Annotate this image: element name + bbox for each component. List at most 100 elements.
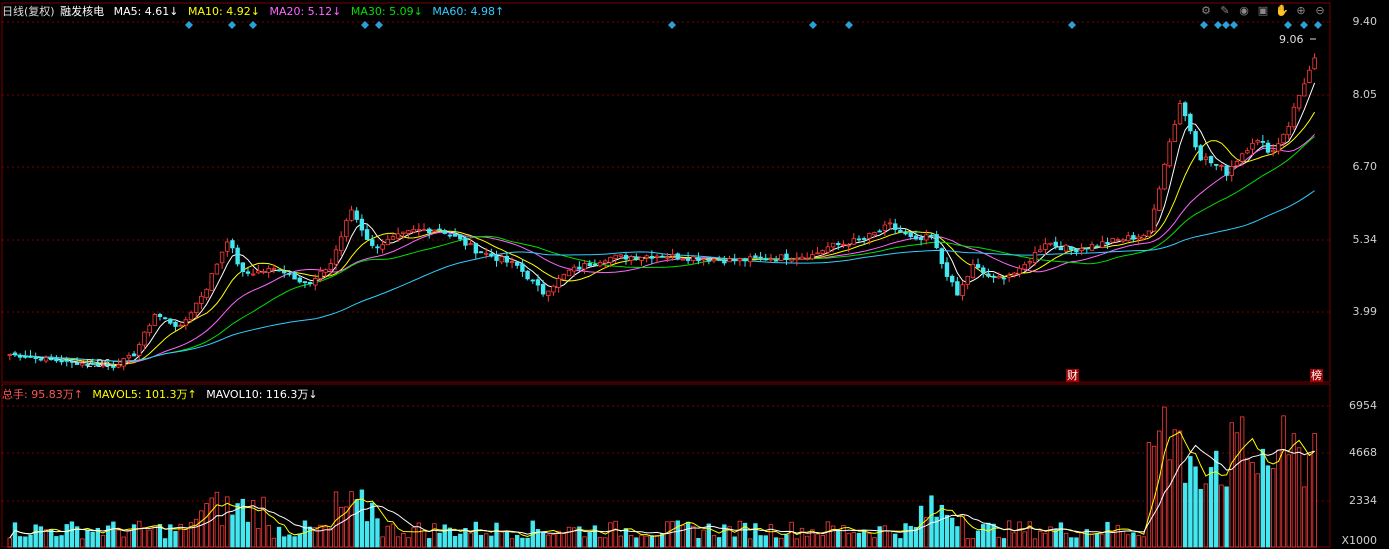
volume-bar — [354, 499, 359, 548]
volume-bar — [261, 496, 266, 548]
signal-diamond — [228, 21, 236, 29]
volume-bar — [147, 529, 152, 548]
signal-diamond — [1214, 21, 1222, 29]
candle-body — [582, 263, 587, 270]
volume-bar — [1001, 538, 1007, 548]
volume-bar — [478, 534, 484, 548]
candle-body — [225, 241, 230, 252]
zoom-out-icon[interactable]: ⊖ — [1313, 4, 1327, 18]
volume-bar — [1286, 454, 1291, 548]
candle-body — [282, 270, 287, 274]
candle-body — [432, 229, 437, 232]
candle-body — [1281, 133, 1286, 144]
candle-body — [1167, 141, 1172, 167]
volume-bar — [406, 537, 411, 548]
candle-body — [1177, 103, 1183, 125]
volume-bar — [551, 533, 556, 548]
candle-body — [370, 239, 375, 246]
volume-bar — [779, 537, 784, 548]
zoom-in-icon[interactable]: ⊕ — [1294, 4, 1308, 18]
candle-body — [406, 230, 411, 234]
candle-body — [763, 258, 768, 261]
financial-marker[interactable]: 财 — [1066, 369, 1079, 382]
candle-body — [307, 281, 313, 285]
volume-bar — [427, 538, 432, 548]
candle-body — [349, 209, 354, 221]
volume-bar — [1084, 529, 1089, 548]
eye-icon[interactable]: ◉ — [1237, 4, 1251, 18]
candle-body — [375, 246, 380, 249]
volume-bar — [753, 523, 758, 548]
signal-diamond — [809, 21, 817, 29]
volume-bar — [121, 536, 126, 548]
volume-bar — [1224, 486, 1229, 548]
hand-icon[interactable]: ✋ — [1275, 4, 1289, 18]
pen-icon[interactable]: ✎ — [1218, 4, 1232, 18]
candle-body — [566, 269, 572, 277]
volume-bar — [162, 538, 168, 548]
signal-diamond — [375, 21, 383, 29]
volume-bar — [991, 523, 996, 548]
candle-body — [401, 231, 406, 234]
volume-bar — [846, 532, 851, 548]
candle-body — [494, 255, 499, 261]
candle-body — [587, 262, 592, 267]
volume-bar — [965, 538, 970, 548]
volume-bar — [696, 538, 701, 548]
price-tick-label: 6.70 — [1352, 160, 1378, 173]
volume-bar — [1100, 533, 1105, 548]
volume-bar — [421, 530, 427, 548]
candle-body — [530, 279, 535, 282]
candle-body — [660, 255, 665, 258]
candle-body — [649, 255, 655, 259]
volume-bar — [43, 529, 49, 548]
ranking-marker[interactable]: 榜 — [1310, 369, 1323, 382]
candle-body — [1022, 263, 1027, 270]
volume-bar — [432, 523, 437, 548]
candle-body — [1115, 239, 1121, 241]
candle-body — [1162, 163, 1167, 190]
candle-body — [59, 360, 64, 363]
candle-body — [944, 262, 950, 277]
volume-bar — [561, 533, 567, 548]
candle-body — [680, 258, 686, 261]
candle-body — [23, 355, 28, 358]
period-label: 日线(复权) — [2, 5, 55, 18]
volume-bar — [711, 534, 717, 548]
candle-body — [1120, 239, 1126, 242]
volume-bar — [1276, 449, 1281, 548]
volume-bar — [649, 535, 655, 548]
volume-bar — [266, 525, 271, 548]
candle-body — [168, 318, 173, 324]
volume-bar — [318, 524, 323, 548]
ma10-label: MA10: 4.92↓ — [188, 5, 260, 18]
candle-body — [877, 230, 882, 233]
candle-body — [768, 258, 774, 261]
price-tick-label: 8.05 — [1352, 88, 1378, 101]
candle-body — [939, 248, 945, 264]
volume-bar — [100, 534, 106, 548]
bag-icon[interactable]: ▣ — [1256, 4, 1270, 18]
gear-icon[interactable]: ⚙ — [1199, 4, 1213, 18]
candle-body — [121, 358, 126, 367]
candle-body — [1043, 243, 1048, 250]
candle-body — [794, 257, 800, 261]
volume-bar — [1234, 432, 1240, 548]
volume-bar — [1126, 534, 1131, 548]
candle-body — [628, 256, 634, 261]
candle-body — [1017, 267, 1022, 275]
volume-bar — [1022, 531, 1027, 548]
candle-body — [509, 261, 515, 263]
volume-bar — [949, 517, 955, 548]
candle-body — [535, 279, 541, 286]
volume-bar — [489, 535, 494, 548]
volume-bar — [1172, 429, 1178, 548]
candle-body — [1037, 249, 1043, 253]
candle-body — [499, 256, 504, 263]
volume-bar — [499, 530, 504, 548]
candle-body — [199, 295, 204, 304]
volume-bar — [794, 538, 800, 548]
candle-body — [427, 228, 432, 234]
volume-bar — [981, 524, 986, 548]
candle-body — [380, 244, 385, 250]
